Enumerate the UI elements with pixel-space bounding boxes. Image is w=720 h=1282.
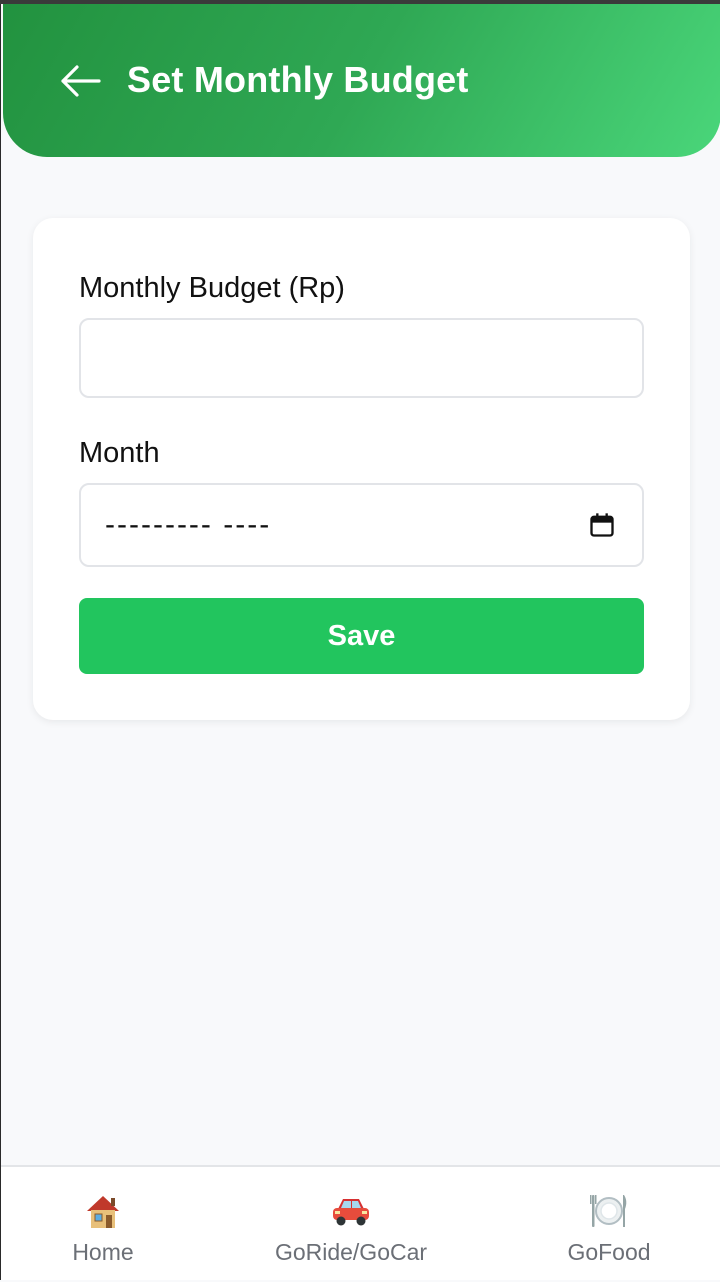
bottom-nav: Home GoRide/GoCar GoFood xyxy=(1,1165,720,1280)
house-icon xyxy=(81,1191,125,1231)
header-bar: Set Monthly Budget xyxy=(3,4,720,157)
nav-label-goride-gocar: GoRide/GoCar xyxy=(274,1239,428,1265)
car-icon xyxy=(329,1191,373,1231)
budget-form-card: Monthly Budget (Rp) Month --------- ----… xyxy=(33,218,690,720)
month-label: Month xyxy=(79,437,160,469)
page-title: Set Monthly Budget xyxy=(127,59,469,100)
calendar-icon[interactable] xyxy=(588,511,616,539)
plate-cutlery-icon xyxy=(587,1191,631,1231)
nav-item-gofood[interactable]: GoFood xyxy=(559,1167,659,1282)
month-input-value: --------- ---- xyxy=(105,508,272,541)
nav-label-home: Home xyxy=(72,1239,134,1265)
arrow-left-icon xyxy=(61,65,101,97)
nav-item-goride-gocar[interactable]: GoRide/GoCar xyxy=(265,1167,437,1282)
save-button[interactable]: Save xyxy=(79,598,644,674)
nav-item-home[interactable]: Home xyxy=(53,1167,153,1282)
month-input[interactable]: --------- ---- xyxy=(79,483,644,567)
app-screen: Set Monthly Budget Monthly Budget (Rp) M… xyxy=(0,4,720,1280)
budget-input[interactable] xyxy=(79,318,644,398)
nav-label-gofood: GoFood xyxy=(567,1239,651,1265)
back-button[interactable] xyxy=(57,60,103,102)
budget-label: Monthly Budget (Rp) xyxy=(79,272,345,304)
